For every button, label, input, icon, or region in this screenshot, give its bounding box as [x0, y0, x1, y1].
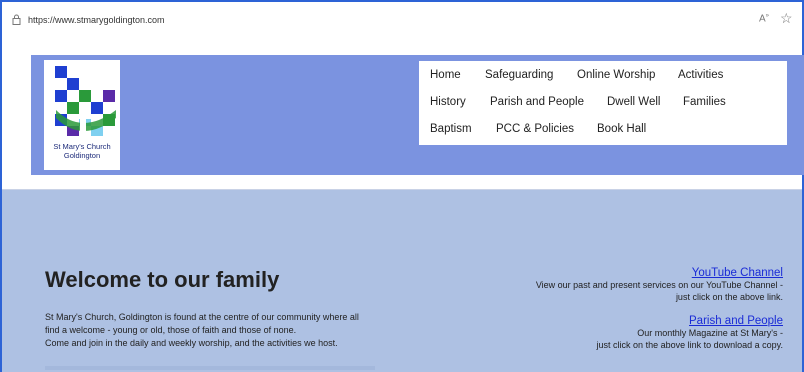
- church-logo-icon: [55, 66, 116, 136]
- nav-activities[interactable]: Activities: [678, 69, 723, 81]
- welcome-paragraph: St Mary's Church, Goldington is found at…: [45, 311, 425, 350]
- nav-history[interactable]: History: [430, 96, 466, 108]
- parish-and-people-link[interactable]: Parish and People: [472, 315, 783, 327]
- nav-book-hall[interactable]: Book Hall: [597, 123, 646, 135]
- logo-line1: St Mary's Church: [53, 142, 111, 151]
- parish-desc: Our monthly Magazine at St Mary's -: [637, 328, 783, 338]
- welcome-line: find a welcome - young or old, those of …: [45, 325, 297, 335]
- nav-parish-and-people[interactable]: Parish and People: [490, 96, 584, 108]
- address-bar[interactable]: https://www.stmarygoldington.com A» ☆: [2, 2, 802, 38]
- read-aloud-icon[interactable]: A»: [759, 13, 769, 24]
- favorite-star-icon[interactable]: ☆: [780, 10, 793, 27]
- logo-caption: St Mary's Church Goldington: [44, 142, 120, 160]
- url-text[interactable]: https://www.stmarygoldington.com: [28, 15, 165, 25]
- main-navigation: Home Safeguarding Online Worship Activit…: [419, 61, 787, 145]
- youtube-desc: View our past and present services on ou…: [535, 280, 783, 290]
- nav-pcc-policies[interactable]: PCC & Policies: [496, 123, 574, 135]
- faded-text-line: [45, 366, 375, 370]
- nav-families[interactable]: Families: [683, 96, 726, 108]
- youtube-channel-link[interactable]: YouTube Channel: [472, 267, 783, 279]
- youtube-desc: just click on the above link.: [675, 292, 783, 302]
- nav-dwell-well[interactable]: Dwell Well: [607, 96, 660, 108]
- lock-icon: [12, 14, 21, 25]
- nav-home[interactable]: Home: [430, 69, 461, 81]
- sidebar-links: YouTube Channel View our past and presen…: [472, 267, 783, 351]
- nav-safeguarding[interactable]: Safeguarding: [485, 69, 553, 81]
- page-content: St Mary's Church Goldington Home Safegua…: [2, 38, 804, 372]
- welcome-line: Come and join in the daily and weekly wo…: [45, 338, 338, 348]
- nav-baptism[interactable]: Baptism: [430, 123, 472, 135]
- logo-line2: Goldington: [63, 151, 101, 160]
- parish-desc: just click on the above link to download…: [596, 340, 783, 350]
- welcome-title: Welcome to our family: [45, 267, 280, 292]
- welcome-line: St Mary's Church, Goldington is found at…: [45, 312, 359, 322]
- church-logo[interactable]: St Mary's Church Goldington: [44, 60, 120, 170]
- hero-section: Welcome to our family St Mary's Church, …: [2, 190, 802, 372]
- nav-online-worship[interactable]: Online Worship: [577, 69, 655, 81]
